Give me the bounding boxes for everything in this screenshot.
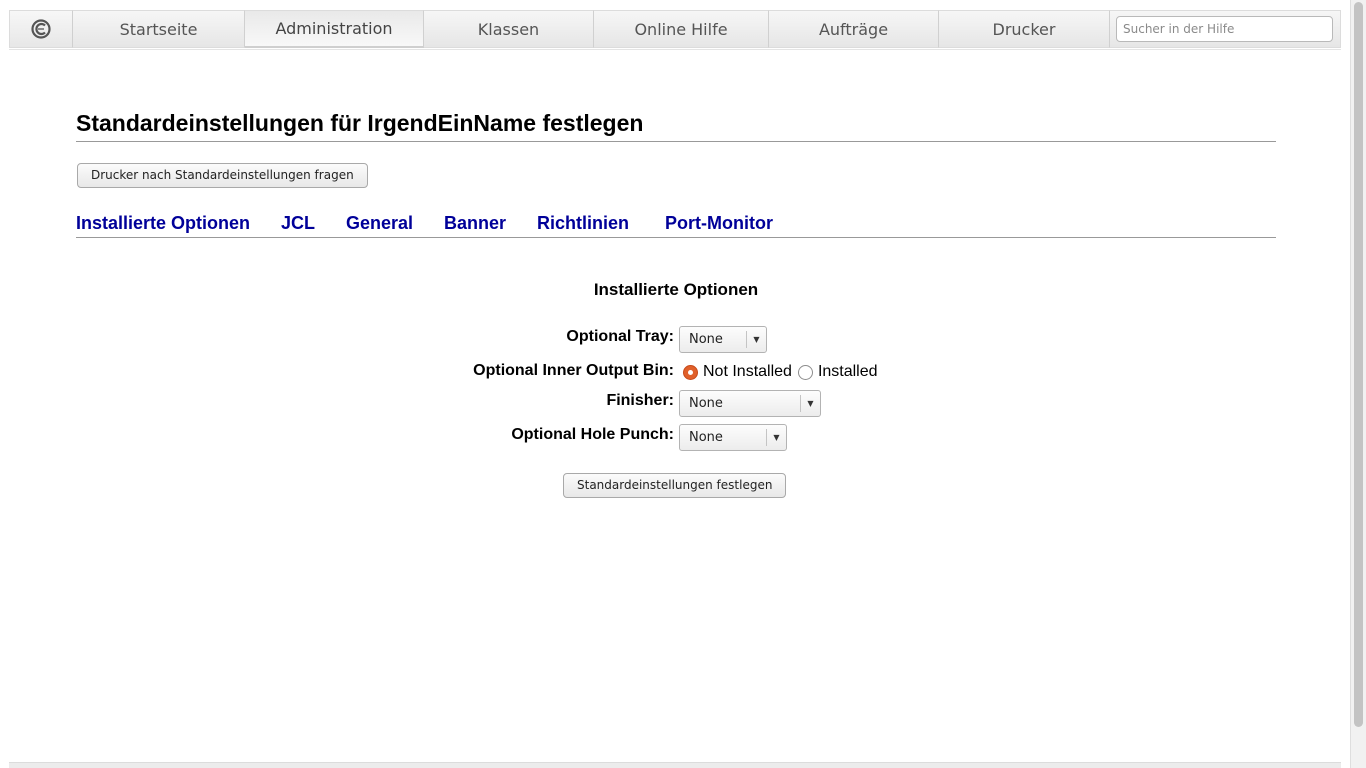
footer-divider bbox=[9, 762, 1341, 768]
cups-logo-icon[interactable] bbox=[9, 10, 73, 48]
section-link-banner[interactable]: Banner bbox=[444, 213, 506, 234]
chevron-down-icon: ▼ bbox=[766, 429, 786, 446]
radio-not-installed-label[interactable]: Not Installed bbox=[703, 363, 792, 381]
section-tabs: Installierte Optionen JCL General Banner… bbox=[76, 213, 1276, 238]
top-navigation: Startseite Administration Klassen Online… bbox=[9, 10, 1341, 50]
chevron-down-icon: ▼ bbox=[800, 395, 820, 412]
section-link-port-monitor[interactable]: Port-Monitor bbox=[665, 213, 773, 234]
section-link-richtlinien[interactable]: Richtlinien bbox=[537, 213, 629, 234]
set-defaults-button[interactable]: Standardeinstellungen festlegen bbox=[563, 473, 787, 498]
radio-not-installed[interactable] bbox=[683, 364, 698, 380]
nav-tab-drucker[interactable]: Drucker bbox=[939, 10, 1110, 48]
finisher-label: Finisher: bbox=[606, 392, 674, 409]
nav-tab-klassen[interactable]: Klassen bbox=[424, 10, 594, 48]
nav-tab-startseite[interactable]: Startseite bbox=[73, 10, 245, 48]
optional-tray-select[interactable]: None ▼ bbox=[679, 326, 767, 353]
finisher-value: None bbox=[689, 396, 723, 411]
radio-installed[interactable] bbox=[797, 364, 813, 380]
output-bin-control: Not Installed Installed bbox=[683, 363, 884, 381]
optional-tray-value: None bbox=[689, 332, 723, 347]
main-content: Standardeinstellungen für IrgendEinName … bbox=[76, 110, 1276, 498]
output-bin-label: Optional Inner Output Bin: bbox=[473, 362, 674, 379]
section-link-installierte-optionen[interactable]: Installierte Optionen bbox=[76, 213, 250, 234]
optional-tray-control: None ▼ bbox=[679, 326, 767, 353]
cups-logo-icon-glyph bbox=[31, 19, 51, 39]
finisher-select[interactable]: None ▼ bbox=[679, 390, 821, 417]
query-printer-defaults-button[interactable]: Drucker nach Standardeinstellungen frage… bbox=[77, 163, 368, 188]
nav-tab-online-hilfe[interactable]: Online Hilfe bbox=[594, 10, 769, 48]
form-row-optional-tray: Optional Tray: None ▼ bbox=[76, 326, 1276, 354]
optional-tray-label: Optional Tray: bbox=[566, 328, 674, 345]
help-search-input[interactable] bbox=[1116, 16, 1333, 42]
nav-search-area bbox=[1110, 10, 1341, 48]
vertical-scrollbar[interactable] bbox=[1350, 0, 1366, 768]
nav-tab-auftraege[interactable]: Aufträge bbox=[769, 10, 939, 48]
finisher-control: None ▼ bbox=[679, 390, 821, 417]
hole-punch-value: None bbox=[689, 430, 723, 445]
form-row-output-bin: Optional Inner Output Bin: Not Installed… bbox=[76, 360, 1276, 388]
chevron-down-icon: ▼ bbox=[746, 331, 766, 348]
nav-tabs: Startseite Administration Klassen Online… bbox=[73, 10, 1110, 48]
section-link-jcl[interactable]: JCL bbox=[281, 213, 315, 234]
page-title: Standardeinstellungen für IrgendEinName … bbox=[76, 110, 1276, 142]
scrollbar-thumb[interactable] bbox=[1354, 2, 1363, 727]
nav-tab-administration[interactable]: Administration bbox=[245, 10, 424, 48]
hole-punch-select[interactable]: None ▼ bbox=[679, 424, 787, 451]
hole-punch-label: Optional Hole Punch: bbox=[511, 426, 674, 443]
form-row-finisher: Finisher: None ▼ bbox=[76, 390, 1276, 418]
hole-punch-control: None ▼ bbox=[679, 424, 787, 451]
section-link-general[interactable]: General bbox=[346, 213, 413, 234]
form-row-hole-punch: Optional Hole Punch: None ▼ bbox=[76, 424, 1276, 452]
form-heading: Installierte Optionen bbox=[593, 280, 759, 299]
radio-installed-label[interactable]: Installed bbox=[818, 363, 878, 381]
